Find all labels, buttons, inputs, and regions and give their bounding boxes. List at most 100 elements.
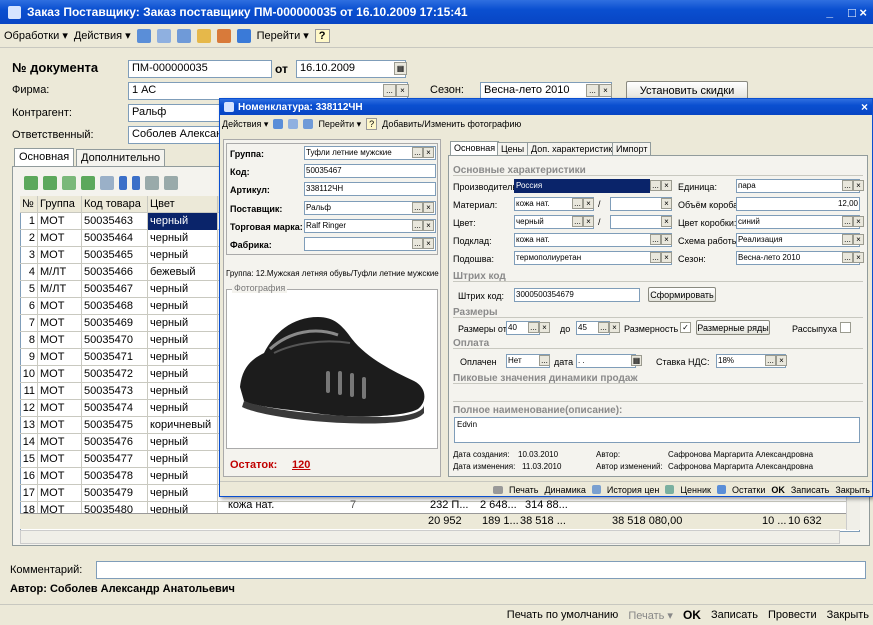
brand-select-button[interactable]: ...: [412, 220, 423, 231]
goto-menu[interactable]: Перейти ▾: [257, 29, 309, 42]
dialog-tab-main[interactable]: Основная: [450, 141, 500, 155]
size-rows-button[interactable]: Размерные ряды: [696, 320, 770, 335]
dialog-tab-import[interactable]: Импорт: [612, 142, 652, 155]
window-controls[interactable]: □ ×: [848, 5, 867, 20]
factory-clear-button[interactable]: ×: [423, 238, 434, 249]
close-button[interactable]: Закрыть: [827, 609, 869, 621]
dialog-close-button[interactable]: Закрыть: [835, 485, 870, 495]
vat-clear-button[interactable]: ×: [776, 355, 787, 366]
print-menu[interactable]: Печать ▾: [628, 609, 673, 622]
loose-checkbox[interactable]: [840, 322, 851, 333]
structure-icon[interactable]: [236, 28, 251, 43]
dynamics-button[interactable]: Динамика: [544, 485, 585, 495]
processing-menu[interactable]: Обработки ▾: [4, 29, 68, 42]
box-volume-field[interactable]: 12,00: [736, 197, 860, 211]
size-to-select-button[interactable]: ...: [598, 322, 609, 333]
article-field[interactable]: 338112ЧН: [304, 182, 436, 196]
stock-button[interactable]: Остатки: [732, 485, 765, 495]
maker-clear-button[interactable]: ×: [661, 180, 672, 191]
box-color-clear-button[interactable]: ×: [853, 216, 864, 227]
unit-clear-button[interactable]: ×: [853, 180, 864, 191]
add-group-icon[interactable]: [43, 176, 57, 190]
dialog-back-icon[interactable]: [273, 119, 284, 129]
tab-main[interactable]: Основная: [14, 148, 75, 166]
delete-row-icon[interactable]: [100, 176, 114, 190]
sort-icon[interactable]: [145, 176, 159, 190]
pay-date-field[interactable]: . .: [576, 354, 636, 368]
lining-field[interactable]: кожа нат.: [514, 233, 672, 247]
calendar-icon[interactable]: ▦: [394, 62, 407, 75]
contractor-field[interactable]: Ральф: [128, 104, 228, 122]
doc-date-field[interactable]: 16.10.2009: [296, 60, 406, 78]
pay-date-calendar-icon[interactable]: ▦: [631, 355, 642, 366]
horizontal-scrollbar[interactable]: [20, 530, 840, 544]
ok-button[interactable]: OK: [683, 608, 701, 622]
sole-select-button[interactable]: ...: [650, 252, 661, 263]
copy-row-icon[interactable]: [62, 176, 76, 190]
full-name-field[interactable]: Edvin: [454, 417, 860, 443]
sole-field[interactable]: термополиуретан: [514, 251, 672, 265]
season-select-button[interactable]: ...: [586, 84, 599, 97]
actions-menu[interactable]: Действия ▾: [74, 29, 131, 42]
delete-icon[interactable]: [216, 28, 231, 43]
dialog-save-button[interactable]: Записать: [791, 485, 829, 495]
factory-select-button[interactable]: ...: [412, 238, 423, 249]
edit-row-icon[interactable]: [81, 176, 95, 190]
size-from-clear-button[interactable]: ×: [539, 322, 550, 333]
group-clear-button[interactable]: ×: [423, 147, 434, 158]
season2-select-button[interactable]: ...: [842, 252, 853, 263]
lining-select-button[interactable]: ...: [650, 234, 661, 245]
dialog-tab-extra-chars[interactable]: Доп. характеристики: [527, 142, 622, 155]
color-select-button[interactable]: ...: [572, 216, 583, 227]
sole-clear-button[interactable]: ×: [661, 252, 672, 263]
dialog-ok-button[interactable]: OK: [771, 485, 785, 495]
code-field[interactable]: 50035467: [304, 164, 436, 178]
firm-select-button[interactable]: ...: [383, 84, 396, 97]
price-tag-button[interactable]: Ценник: [680, 485, 711, 495]
dialog-help-button[interactable]: ?: [366, 118, 378, 130]
size-from-select-button[interactable]: ...: [528, 322, 539, 333]
col-color-header[interactable]: Цвет: [148, 196, 218, 213]
doc-number-field[interactable]: ПМ-000000035: [128, 60, 272, 78]
season-clear-button[interactable]: ×: [599, 84, 612, 97]
color-clear-button[interactable]: ×: [583, 216, 594, 227]
material-clear-button[interactable]: ×: [583, 198, 594, 209]
box-color-select-button[interactable]: ...: [842, 216, 853, 227]
unit-select-button[interactable]: ...: [842, 180, 853, 191]
col-group-header[interactable]: Группа: [38, 196, 82, 213]
vat-select-button[interactable]: ...: [765, 355, 776, 366]
generate-barcode-button[interactable]: Сформировать: [648, 287, 716, 302]
filter-icon[interactable]: [164, 176, 178, 190]
comment-field[interactable]: [96, 561, 866, 579]
group-select-button[interactable]: ...: [412, 147, 423, 158]
dialog-print-button[interactable]: Печать: [509, 485, 538, 495]
copy-icon[interactable]: [196, 28, 211, 43]
price-history-button[interactable]: История цен: [607, 485, 659, 495]
size-grid-checkbox[interactable]: ✓: [680, 322, 691, 333]
season2-clear-button[interactable]: ×: [853, 252, 864, 263]
dialog-fill-icon[interactable]: [303, 119, 314, 129]
back-icon[interactable]: [136, 28, 151, 43]
size-to-clear-button[interactable]: ×: [609, 322, 620, 333]
supplier-select-button[interactable]: ...: [412, 202, 423, 213]
dialog-actions-menu[interactable]: Действия ▾: [222, 119, 268, 130]
supplier-clear-button[interactable]: ×: [423, 202, 434, 213]
dialog-refresh-icon[interactable]: [288, 119, 299, 129]
brand-clear-button[interactable]: ×: [423, 220, 434, 231]
firm-clear-button[interactable]: ×: [396, 84, 409, 97]
lining-clear-button[interactable]: ×: [661, 234, 672, 245]
col-code-header[interactable]: Код товара: [82, 196, 148, 213]
tab-extra[interactable]: Дополнительно: [76, 149, 166, 167]
responsible-field[interactable]: Соболев Александ: [128, 126, 228, 144]
color2-clear-button[interactable]: ×: [661, 216, 672, 227]
add-photo-button[interactable]: Добавить/Изменить фотографию: [382, 119, 521, 129]
move-down-icon[interactable]: [132, 176, 140, 190]
print-default-button[interactable]: Печать по умолчанию: [507, 609, 619, 621]
col-number-header[interactable]: №: [20, 196, 38, 213]
material2-clear-button[interactable]: ×: [661, 198, 672, 209]
minimize-button[interactable]: _: [826, 5, 833, 19]
material-select-button[interactable]: ...: [572, 198, 583, 209]
dialog-tab-prices[interactable]: Цены: [497, 142, 529, 155]
help-button[interactable]: ?: [314, 28, 330, 43]
move-up-icon[interactable]: [119, 176, 127, 190]
